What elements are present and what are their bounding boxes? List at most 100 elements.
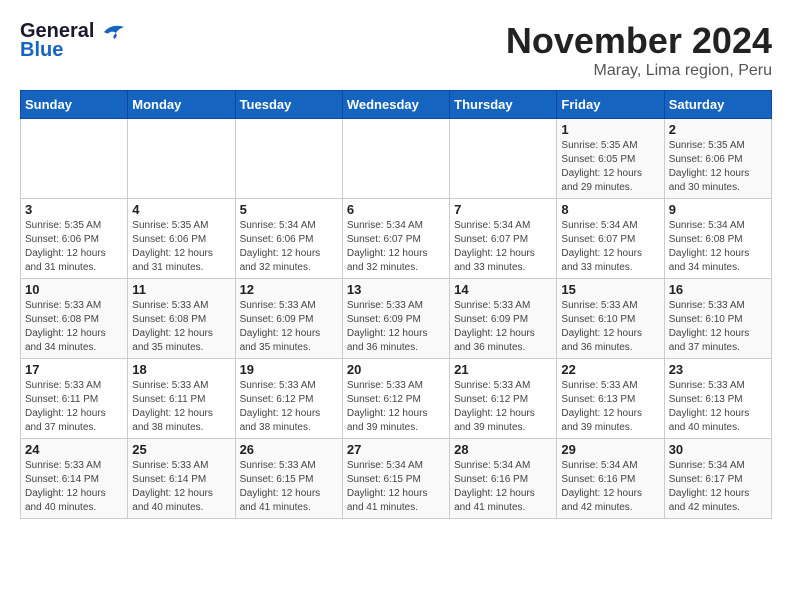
day-detail: Sunrise: 5:35 AM Sunset: 6:06 PM Dayligh… [132,219,230,275]
calendar-cell: 4 Sunrise: 5:35 AM Sunset: 6:06 PM Daylig… [128,199,235,279]
day-detail: Sunrise: 5:33 AM Sunset: 6:08 PM Dayligh… [25,299,123,355]
title-block: November 2024 Maray, Lima region, Peru [506,20,772,80]
calendar-cell [128,119,235,199]
calendar-header: SundayMondayTuesdayWednesdayThursdayFrid… [21,91,772,119]
day-number: 1 [561,122,659,137]
day-number: 21 [454,362,552,377]
calendar-week-3: 10 Sunrise: 5:33 AM Sunset: 6:08 PM Dayli… [21,279,772,359]
page-header: General Blue November 2024 Maray, Lima r… [20,20,772,80]
day-number: 22 [561,362,659,377]
day-detail: Sunrise: 5:33 AM Sunset: 6:10 PM Dayligh… [561,299,659,355]
day-number: 27 [347,442,445,457]
calendar-cell: 21 Sunrise: 5:33 AM Sunset: 6:12 PM Dayli… [450,359,557,439]
weekday-friday: Friday [557,91,664,119]
day-detail: Sunrise: 5:33 AM Sunset: 6:11 PM Dayligh… [25,379,123,435]
day-number: 10 [25,282,123,297]
day-detail: Sunrise: 5:33 AM Sunset: 6:13 PM Dayligh… [669,379,767,435]
calendar-cell: 13Sunrise: 5:33 AM Sunset: 6:09 PM Dayli… [342,279,449,359]
day-detail: Sunrise: 5:33 AM Sunset: 6:09 PM Dayligh… [240,299,338,355]
calendar-week-2: 3 Sunrise: 5:35 AM Sunset: 6:06 PM Daylig… [21,199,772,279]
day-detail: Sunrise: 5:35 AM Sunset: 6:06 PM Dayligh… [669,139,767,195]
day-detail: Sunrise: 5:33 AM Sunset: 6:14 PM Dayligh… [132,459,230,515]
day-detail: Sunrise: 5:34 AM Sunset: 6:07 PM Dayligh… [347,219,445,275]
day-number: 30 [669,442,767,457]
day-number: 2 [669,122,767,137]
weekday-saturday: Saturday [664,91,771,119]
calendar-cell [450,119,557,199]
day-detail: Sunrise: 5:34 AM Sunset: 6:16 PM Dayligh… [454,459,552,515]
day-number: 11 [132,282,230,297]
day-detail: Sunrise: 5:34 AM Sunset: 6:07 PM Dayligh… [561,219,659,275]
calendar-cell: 26 Sunrise: 5:33 AM Sunset: 6:15 PM Dayli… [235,439,342,519]
calendar-cell: 9Sunrise: 5:34 AM Sunset: 6:08 PM Daylig… [664,199,771,279]
day-detail: Sunrise: 5:33 AM Sunset: 6:12 PM Dayligh… [454,379,552,435]
day-number: 24 [25,442,123,457]
calendar-cell [342,119,449,199]
day-detail: Sunrise: 5:33 AM Sunset: 6:08 PM Dayligh… [132,299,230,355]
calendar-week-1: 1Sunrise: 5:35 AM Sunset: 6:05 PM Daylig… [21,119,772,199]
calendar-cell: 29 Sunrise: 5:34 AM Sunset: 6:16 PM Dayli… [557,439,664,519]
calendar-cell: 17 Sunrise: 5:33 AM Sunset: 6:11 PM Dayli… [21,359,128,439]
day-detail: Sunrise: 5:34 AM Sunset: 6:17 PM Dayligh… [669,459,767,515]
day-number: 5 [240,202,338,217]
day-number: 28 [454,442,552,457]
calendar-cell [235,119,342,199]
day-detail: Sunrise: 5:34 AM Sunset: 6:07 PM Dayligh… [454,219,552,275]
day-detail: Sunrise: 5:33 AM Sunset: 6:13 PM Dayligh… [561,379,659,435]
calendar-cell: 10 Sunrise: 5:33 AM Sunset: 6:08 PM Dayli… [21,279,128,359]
day-number: 20 [347,362,445,377]
calendar-cell: 20 Sunrise: 5:33 AM Sunset: 6:12 PM Dayli… [342,359,449,439]
day-detail: Sunrise: 5:33 AM Sunset: 6:14 PM Dayligh… [25,459,123,515]
day-number: 18 [132,362,230,377]
day-number: 17 [25,362,123,377]
calendar-cell: 5Sunrise: 5:34 AM Sunset: 6:06 PM Daylig… [235,199,342,279]
day-number: 26 [240,442,338,457]
weekday-thursday: Thursday [450,91,557,119]
calendar-cell: 12Sunrise: 5:33 AM Sunset: 6:09 PM Dayli… [235,279,342,359]
calendar-title: November 2024 [506,20,772,62]
day-detail: Sunrise: 5:34 AM Sunset: 6:16 PM Dayligh… [561,459,659,515]
calendar-cell: 24 Sunrise: 5:33 AM Sunset: 6:14 PM Dayli… [21,439,128,519]
weekday-wednesday: Wednesday [342,91,449,119]
calendar-body: 1Sunrise: 5:35 AM Sunset: 6:05 PM Daylig… [21,119,772,519]
calendar-cell: 3 Sunrise: 5:35 AM Sunset: 6:06 PM Daylig… [21,199,128,279]
logo: General Blue [20,20,128,62]
day-number: 9 [669,202,767,217]
calendar-cell [21,119,128,199]
calendar-cell: 27Sunrise: 5:34 AM Sunset: 6:15 PM Dayli… [342,439,449,519]
calendar-cell: 15 Sunrise: 5:33 AM Sunset: 6:10 PM Dayli… [557,279,664,359]
day-number: 13 [347,282,445,297]
day-number: 19 [240,362,338,377]
calendar-subtitle: Maray, Lima region, Peru [506,62,772,80]
calendar-cell: 23Sunrise: 5:33 AM Sunset: 6:13 PM Dayli… [664,359,771,439]
day-number: 29 [561,442,659,457]
weekday-tuesday: Tuesday [235,91,342,119]
calendar-week-4: 17 Sunrise: 5:33 AM Sunset: 6:11 PM Dayli… [21,359,772,439]
day-number: 7 [454,202,552,217]
day-detail: Sunrise: 5:35 AM Sunset: 6:06 PM Dayligh… [25,219,123,275]
calendar-cell: 22 Sunrise: 5:33 AM Sunset: 6:13 PM Dayli… [557,359,664,439]
calendar-table: SundayMondayTuesdayWednesdayThursdayFrid… [20,90,772,519]
calendar-cell: 19 Sunrise: 5:33 AM Sunset: 6:12 PM Dayli… [235,359,342,439]
calendar-cell: 18Sunrise: 5:33 AM Sunset: 6:11 PM Dayli… [128,359,235,439]
calendar-cell: 25Sunrise: 5:33 AM Sunset: 6:14 PM Dayli… [128,439,235,519]
calendar-cell: 28 Sunrise: 5:34 AM Sunset: 6:16 PM Dayli… [450,439,557,519]
day-number: 3 [25,202,123,217]
weekday-monday: Monday [128,91,235,119]
day-number: 4 [132,202,230,217]
day-detail: Sunrise: 5:33 AM Sunset: 6:10 PM Dayligh… [669,299,767,355]
calendar-week-5: 24 Sunrise: 5:33 AM Sunset: 6:14 PM Dayli… [21,439,772,519]
weekday-header-row: SundayMondayTuesdayWednesdayThursdayFrid… [21,91,772,119]
calendar-cell: 8 Sunrise: 5:34 AM Sunset: 6:07 PM Daylig… [557,199,664,279]
day-detail: Sunrise: 5:33 AM Sunset: 6:09 PM Dayligh… [454,299,552,355]
calendar-cell: 16 Sunrise: 5:33 AM Sunset: 6:10 PM Dayli… [664,279,771,359]
day-number: 16 [669,282,767,297]
day-number: 15 [561,282,659,297]
calendar-cell: 1Sunrise: 5:35 AM Sunset: 6:05 PM Daylig… [557,119,664,199]
day-detail: Sunrise: 5:33 AM Sunset: 6:12 PM Dayligh… [347,379,445,435]
logo-bird-icon [96,21,128,43]
day-number: 8 [561,202,659,217]
day-detail: Sunrise: 5:33 AM Sunset: 6:12 PM Dayligh… [240,379,338,435]
calendar-cell: 14Sunrise: 5:33 AM Sunset: 6:09 PM Dayli… [450,279,557,359]
day-detail: Sunrise: 5:33 AM Sunset: 6:15 PM Dayligh… [240,459,338,515]
